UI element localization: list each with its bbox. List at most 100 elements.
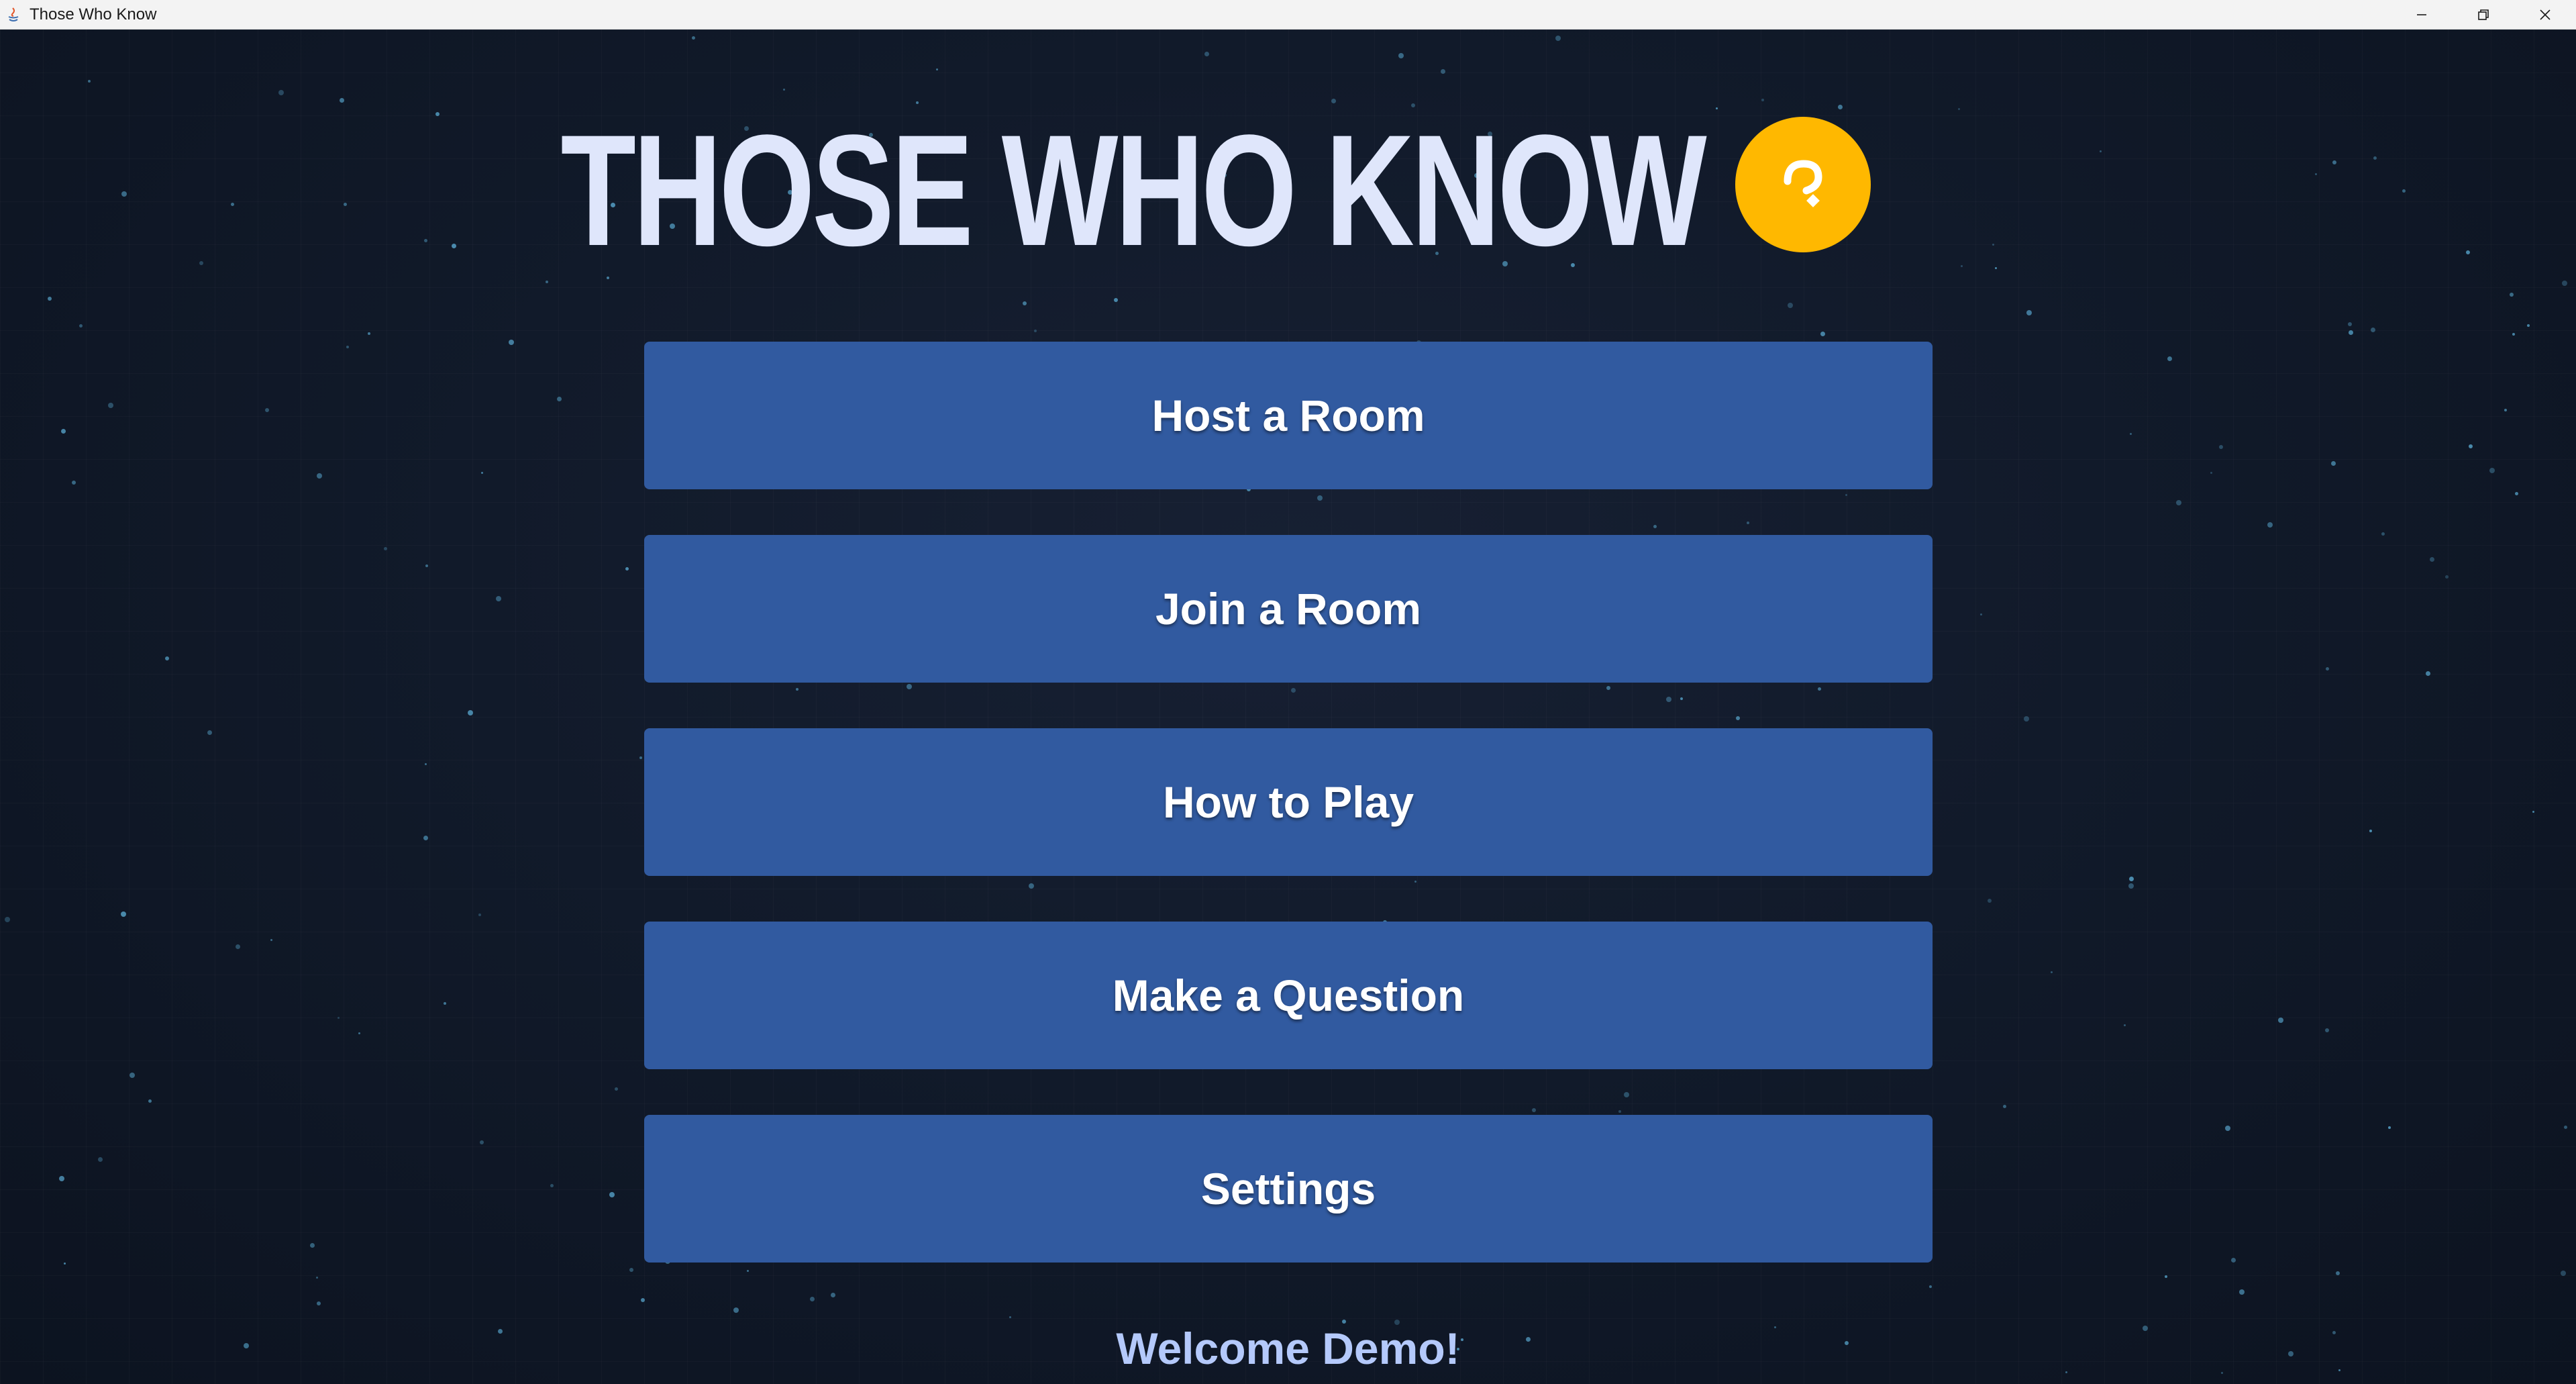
star <box>1716 107 1718 109</box>
star <box>2024 716 2029 722</box>
star <box>338 1017 340 1019</box>
star <box>2051 971 2053 973</box>
star <box>639 756 642 759</box>
star <box>423 836 428 840</box>
settings-button[interactable]: Settings <box>644 1115 1933 1263</box>
star <box>108 403 113 408</box>
star <box>831 1293 835 1297</box>
window-title: Those Who Know <box>30 5 157 23</box>
star <box>1555 36 1561 41</box>
title-bar[interactable]: Those Who Know <box>0 0 2576 30</box>
star <box>384 547 387 550</box>
star <box>1029 883 1034 889</box>
star <box>1666 697 1671 702</box>
star <box>1788 303 1793 308</box>
star <box>1680 697 1683 700</box>
star <box>1980 613 1982 615</box>
star <box>1441 69 1445 74</box>
star <box>425 763 427 765</box>
welcome-message: Welcome Demo! <box>1116 1324 1460 1373</box>
star <box>48 297 52 301</box>
star <box>1838 105 1843 109</box>
star <box>278 90 284 95</box>
star <box>2489 468 2495 473</box>
star <box>2532 811 2534 813</box>
star <box>310 1243 315 1248</box>
host-room-button[interactable]: Host a Room <box>644 342 1933 489</box>
star <box>546 281 548 283</box>
star <box>480 1140 484 1144</box>
star <box>2128 883 2134 889</box>
star <box>2371 328 2375 332</box>
star <box>1820 332 1825 336</box>
star <box>207 730 212 735</box>
star <box>316 1277 318 1279</box>
star <box>2129 877 2134 881</box>
restore-button[interactable] <box>2453 0 2514 30</box>
star <box>2003 1105 2006 1108</box>
star <box>1845 494 1847 496</box>
star <box>2512 333 2515 336</box>
how-to-play-button[interactable]: How to Play <box>644 728 1933 876</box>
java-app-icon <box>4 5 23 24</box>
star <box>121 911 126 917</box>
make-question-button[interactable]: Make a Question <box>644 922 1933 1069</box>
star <box>2331 461 2336 466</box>
close-button[interactable] <box>2514 0 2576 30</box>
star <box>2504 409 2507 411</box>
star <box>270 939 272 941</box>
star <box>1532 1108 1536 1112</box>
star <box>2510 293 2514 297</box>
close-icon <box>2540 9 2551 20</box>
join-room-button[interactable]: Join a Room <box>644 535 1933 683</box>
star <box>615 1087 618 1091</box>
star <box>425 564 428 567</box>
star <box>2267 522 2273 528</box>
app-window: Those Who Know THOSE WHO KNOW Host a Roo… <box>0 0 2576 1384</box>
star <box>317 1301 321 1305</box>
star <box>2430 557 2434 562</box>
star <box>1398 53 1404 58</box>
star <box>64 1263 66 1265</box>
star <box>2381 532 2385 536</box>
star <box>130 1073 135 1078</box>
star <box>2348 322 2352 326</box>
star <box>2388 1126 2391 1129</box>
star <box>557 397 562 401</box>
star <box>59 1176 64 1181</box>
star <box>936 68 938 70</box>
star <box>496 596 501 601</box>
star <box>733 1307 739 1313</box>
star <box>2239 1289 2245 1295</box>
star <box>2210 472 2212 474</box>
star <box>165 656 169 660</box>
star <box>1034 330 1037 332</box>
star <box>2221 1372 2223 1374</box>
star <box>1114 298 1118 302</box>
star <box>61 429 66 434</box>
star <box>478 913 481 916</box>
star <box>550 1184 554 1187</box>
star <box>2564 1126 2567 1129</box>
star <box>1606 686 1610 690</box>
star <box>148 1099 152 1103</box>
star <box>2469 444 2473 448</box>
star <box>1929 1285 1932 1288</box>
star <box>1414 881 1416 883</box>
star <box>444 1002 446 1005</box>
star <box>2130 433 2132 435</box>
star <box>2231 1258 2236 1263</box>
minimize-button[interactable] <box>2391 0 2453 30</box>
star <box>2369 830 2372 832</box>
star <box>1291 688 1296 693</box>
star <box>1818 687 1821 691</box>
star <box>2167 356 2172 361</box>
star <box>907 684 912 689</box>
star <box>317 473 322 479</box>
logo-badge <box>1735 117 1871 252</box>
star <box>2527 324 2530 327</box>
star <box>5 917 10 922</box>
star <box>346 346 349 348</box>
restore-icon <box>2478 9 2489 20</box>
star <box>2225 1126 2230 1131</box>
